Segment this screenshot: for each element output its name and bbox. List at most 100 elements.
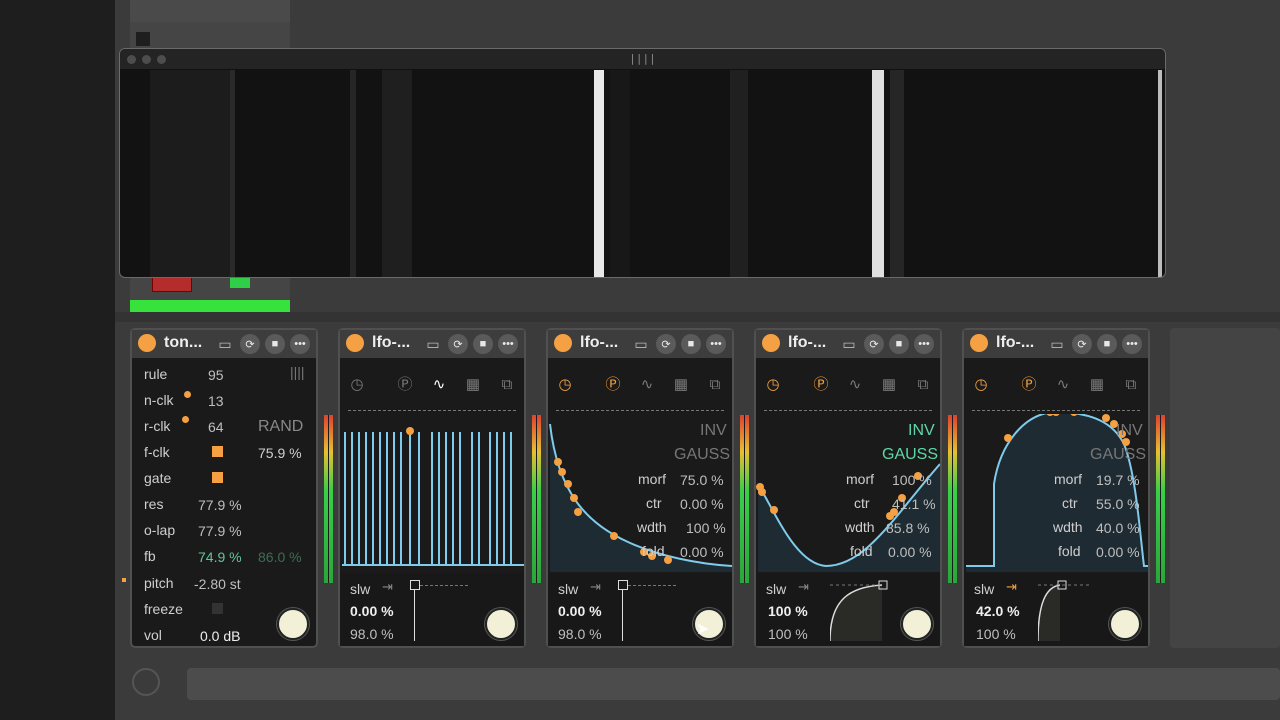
param-value[interactable]: 41.1 % xyxy=(892,496,936,512)
device-icon[interactable]: ▭ xyxy=(423,334,443,354)
output-knob[interactable] xyxy=(277,608,309,640)
grid-icon[interactable]: ▦ xyxy=(878,374,900,396)
param-value[interactable]: 13 xyxy=(208,393,224,409)
window-titlebar[interactable]: |||| xyxy=(120,49,1165,70)
device-icon[interactable]: ▭ xyxy=(1047,334,1067,354)
preset-p-icon[interactable]: Ⓟ xyxy=(1018,374,1040,396)
plugin-window[interactable]: |||| xyxy=(119,48,1166,278)
copy-icon[interactable]: ⧉ xyxy=(1120,374,1142,396)
param-value[interactable]: 100 % xyxy=(686,520,726,536)
save-icon[interactable]: ■ xyxy=(1097,334,1117,354)
menu-dots-icon[interactable]: ••• xyxy=(290,334,310,354)
loop-icon[interactable]: ⟳ xyxy=(240,334,260,354)
menu-dots-icon[interactable]: ••• xyxy=(914,334,934,354)
slw-value-1[interactable]: 100 % xyxy=(768,603,808,619)
slw-value-1[interactable]: 0.00 % xyxy=(558,603,602,619)
grid-icon[interactable]: ▦ xyxy=(462,374,484,396)
slew-arrow-icon[interactable]: ⇥ xyxy=(1006,579,1017,595)
power-icon[interactable] xyxy=(554,334,572,352)
grid-icon[interactable]: ▦ xyxy=(670,374,692,396)
gauss-toggle[interactable]: GAUSS xyxy=(1090,446,1146,464)
param-value[interactable]: 95 xyxy=(208,367,224,383)
param-value[interactable]: -2.80 st xyxy=(194,576,241,592)
device-lfo-3[interactable]: lfo-... ▭ ⟳ ■ ••• ◷ Ⓟ ∿ ▦ ⧉ INV GAUSS mo… xyxy=(754,328,942,648)
param-value[interactable]: 100 % xyxy=(892,472,932,488)
menu-dots-icon[interactable]: ••• xyxy=(706,334,726,354)
rand-label[interactable]: RAND xyxy=(258,418,303,436)
slew-handle[interactable] xyxy=(618,580,628,590)
wave-icon[interactable]: ∿ xyxy=(1052,374,1074,396)
device-ton[interactable]: ton... ▭ ⟳ ■ ••• rule 95 |||| n-clk 13 r… xyxy=(130,328,318,648)
slw-value-2[interactable]: 100 % xyxy=(768,626,808,642)
device-icon[interactable]: ▭ xyxy=(839,334,859,354)
param-value[interactable]: 85.8 % xyxy=(886,520,930,536)
device-icon[interactable]: ▭ xyxy=(215,334,235,354)
clock-icon[interactable]: ◷ xyxy=(554,374,576,396)
copy-icon[interactable]: ⧉ xyxy=(496,374,518,396)
menu-dots-icon[interactable]: ••• xyxy=(498,334,518,354)
loop-icon[interactable]: ⟳ xyxy=(656,334,676,354)
param-value[interactable]: 74.9 % xyxy=(198,549,242,565)
param-value[interactable]: 19.7 % xyxy=(1096,472,1140,488)
param-value[interactable]: 0.0 dB xyxy=(200,628,240,644)
copy-icon[interactable]: ⧉ xyxy=(912,374,934,396)
slew-arrow-icon[interactable]: ⇥ xyxy=(382,579,393,595)
info-icon[interactable] xyxy=(132,668,160,696)
clock-icon[interactable]: ◷ xyxy=(346,374,368,396)
slw-value-1[interactable]: 0.00 % xyxy=(350,603,394,619)
clock-icon[interactable]: ◷ xyxy=(762,374,784,396)
output-knob[interactable] xyxy=(1109,608,1141,640)
loop-icon[interactable]: ⟳ xyxy=(1072,334,1092,354)
wave-icon[interactable]: ∿ xyxy=(844,374,866,396)
wave-icon[interactable]: ∿ xyxy=(636,374,658,396)
param-value[interactable]: 55.0 % xyxy=(1096,496,1140,512)
device-drop-area[interactable] xyxy=(1170,328,1280,648)
save-icon[interactable]: ■ xyxy=(265,334,285,354)
gate-toggle[interactable] xyxy=(212,472,223,483)
slw-value-2[interactable]: 98.0 % xyxy=(350,626,394,642)
device-lfo-2[interactable]: lfo-... ▭ ⟳ ■ ••• ◷ Ⓟ ∿ ▦ ⧉ INV GAUSS mo… xyxy=(546,328,734,648)
param-value[interactable]: 64 xyxy=(208,419,224,435)
param-value[interactable]: 77.9 % xyxy=(198,523,242,539)
fclk-toggle[interactable] xyxy=(212,446,223,457)
power-icon[interactable] xyxy=(346,334,364,352)
param-value-2[interactable]: 86.0 % xyxy=(258,549,302,565)
slew-arrow-icon[interactable]: ⇥ xyxy=(798,579,809,595)
slw-value-2[interactable]: 98.0 % xyxy=(558,626,602,642)
inv-toggle[interactable]: INV xyxy=(908,422,935,440)
track-header[interactable] xyxy=(130,0,290,23)
param-value[interactable]: 40.0 % xyxy=(1096,520,1140,536)
param-value[interactable]: 0.00 % xyxy=(680,496,724,512)
wave-icon[interactable]: ∿ xyxy=(428,374,450,396)
param-value[interactable]: 77.9 % xyxy=(198,497,242,513)
rand-value[interactable]: 75.9 % xyxy=(258,445,302,461)
output-knob[interactable] xyxy=(485,608,517,640)
stop-button[interactable] xyxy=(136,32,150,46)
slew-handle[interactable] xyxy=(410,580,420,590)
device-lfo-1[interactable]: lfo-... ▭ ⟳ ■ ••• ◷ Ⓟ ∿ ▦ ⧉ slw ⇥ 0.00 %… xyxy=(338,328,526,648)
save-icon[interactable]: ■ xyxy=(681,334,701,354)
loop-icon[interactable]: ⟳ xyxy=(448,334,468,354)
power-icon[interactable] xyxy=(762,334,780,352)
device-lfo-4[interactable]: lfo-... ▭ ⟳ ■ ••• ◷ Ⓟ ∿ ▦ ⧉ INV GAUSS mo… xyxy=(962,328,1150,648)
save-icon[interactable]: ■ xyxy=(889,334,909,354)
slew-arrow-icon[interactable]: ⇥ xyxy=(590,579,601,595)
preset-p-icon[interactable]: Ⓟ xyxy=(810,374,832,396)
slw-value-2[interactable]: 100 % xyxy=(976,626,1016,642)
inv-toggle[interactable]: INV xyxy=(1116,422,1143,440)
preset-p-icon[interactable]: Ⓟ xyxy=(602,374,624,396)
preset-p-icon[interactable]: Ⓟ xyxy=(394,374,416,396)
output-knob[interactable] xyxy=(901,608,933,640)
clock-icon[interactable]: ◷ xyxy=(970,374,992,396)
device-icon[interactable]: ▭ xyxy=(631,334,651,354)
param-value[interactable]: 0.00 % xyxy=(680,544,724,560)
copy-icon[interactable]: ⧉ xyxy=(704,374,726,396)
gauss-toggle[interactable]: GAUSS xyxy=(882,446,938,464)
menu-dots-icon[interactable]: ••• xyxy=(1122,334,1142,354)
param-value[interactable]: 0.00 % xyxy=(1096,544,1140,560)
power-icon[interactable] xyxy=(138,334,156,352)
power-icon[interactable] xyxy=(970,334,988,352)
inv-toggle[interactable]: INV xyxy=(700,422,727,440)
freeze-toggle[interactable] xyxy=(212,603,223,614)
save-icon[interactable]: ■ xyxy=(473,334,493,354)
